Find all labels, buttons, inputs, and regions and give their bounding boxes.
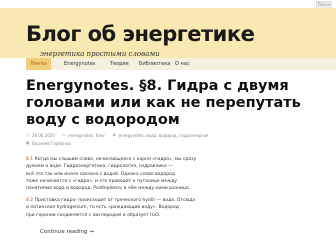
post-title-line[interactable]: Energynotes. §8. Гидра с двумя xyxy=(26,78,326,95)
post-title[interactable]: Energynotes. §8. Гидра с двумя головами … xyxy=(26,78,326,129)
post-categories[interactable]: energynotes, блог xyxy=(68,133,105,138)
paragraph-line: 8.2 Приставка гидро- происходит от грече… xyxy=(26,198,196,203)
top-bar: Поиск xyxy=(0,0,336,9)
user-icon: ● xyxy=(26,140,30,145)
post-paragraph: 8.2 Приставка гидро- происходит от грече… xyxy=(26,197,300,219)
post-title-line[interactable]: головами или как не перепутать xyxy=(26,95,326,112)
paragraph-number: 8.2 xyxy=(26,198,34,203)
post-author-row: ● Василий Горбунов xyxy=(26,140,77,148)
paragraph-line: думаем о воде. Гидроэнергетика, гидролог… xyxy=(26,164,173,170)
post-date[interactable]: 26.06.2020 xyxy=(32,133,55,138)
post-paragraph: 8.1 Когда мы слышим слово, начинающееся … xyxy=(26,156,300,192)
site-header: Блог об энергетике энергетика простыми с… xyxy=(0,8,336,58)
paragraph-number: 8.1 xyxy=(26,157,34,162)
folder-icon: ▭ xyxy=(62,132,66,137)
nav-item-o-nas[interactable]: О нас xyxy=(175,58,190,70)
paragraph-line: при горении соединяется с кислородом и о… xyxy=(26,212,161,218)
post-meta: ◷ 26.06.2020 ▭ energynotes, блог ◆ energyno… xyxy=(26,132,214,140)
paragraph-line: понятиями вода и водород. Разберёмся, в … xyxy=(26,186,191,192)
main-nav: Ленты Energynotes Теория Библиотека О на… xyxy=(26,58,336,70)
site-description: энергетика простыми словами xyxy=(40,50,160,58)
clock-icon: ◷ xyxy=(26,132,30,137)
tag-icon: ◆ xyxy=(112,132,116,137)
post-author[interactable]: Василий Горбунов xyxy=(32,141,71,146)
continue-reading-link[interactable]: Continue reading → xyxy=(40,229,94,235)
paragraph-line: всё это так или иначе связано с водой. О… xyxy=(26,171,176,177)
paragraph-line: и латинское hydrogenium, то есть «рождаю… xyxy=(26,205,179,211)
nav-item-teoriya[interactable]: Теория xyxy=(110,58,129,70)
post-tags[interactable]: energynotes, вода, водород, гидроэнергия xyxy=(119,133,209,138)
nav-item-lenty[interactable]: Ленты xyxy=(26,58,51,70)
site-title[interactable]: Блог об энергетике xyxy=(26,22,255,46)
nav-item-energynotes[interactable]: Energynotes xyxy=(64,58,95,70)
post-title-line[interactable]: воду с водородом xyxy=(26,112,326,129)
paragraph-line: тоже начинается с «гидро», и это приводи… xyxy=(26,178,177,184)
nav-item-biblioteka[interactable]: Библиотека xyxy=(139,58,170,70)
paragraph-line: 8.1 Когда мы слышим слово, начинающееся … xyxy=(26,157,197,162)
